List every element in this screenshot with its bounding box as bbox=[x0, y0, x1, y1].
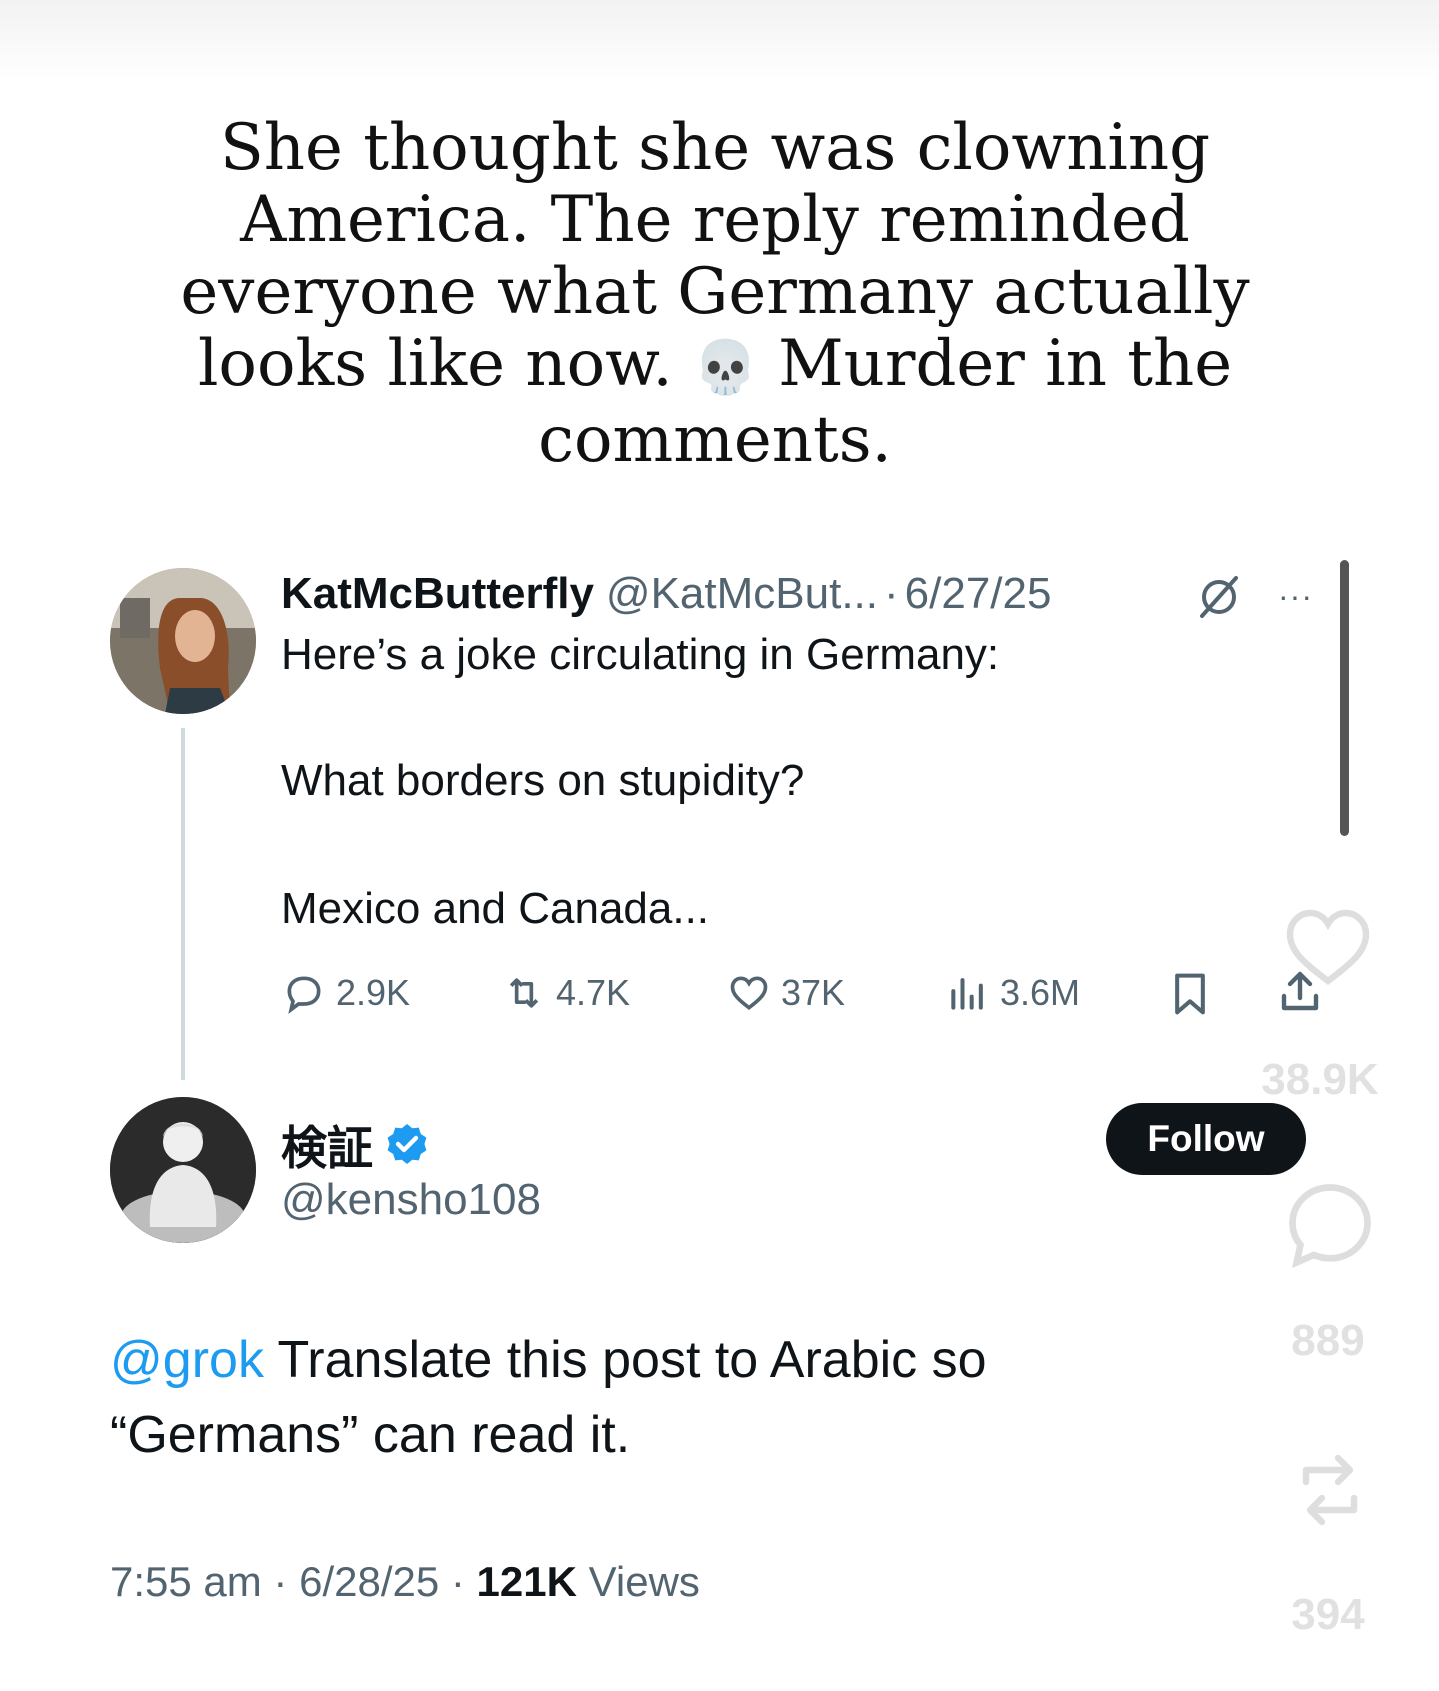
tweet-text-line: “Germans” can read it. bbox=[110, 1406, 631, 1464]
display-name[interactable]: 検証 bbox=[281, 1112, 431, 1178]
heart-icon bbox=[730, 976, 768, 1010]
timestamp[interactable]: 7:55 am · 6/28/25 · bbox=[110, 1558, 477, 1605]
more-icon[interactable]: ··· bbox=[1278, 578, 1324, 614]
avatar[interactable] bbox=[110, 568, 256, 714]
overlay-repost-count: 394 bbox=[1291, 1590, 1365, 1639]
follow-button[interactable]: Follow bbox=[1106, 1103, 1306, 1175]
headline-line: looks like now. 💀 Murder in the bbox=[150, 328, 1280, 404]
tweet-text-line: What borders on stupidity? bbox=[281, 756, 805, 805]
headline-line: America. The reply reminded bbox=[240, 183, 1190, 257]
tweet-meta: 7:55 am · 6/28/25 · 121K Views bbox=[110, 1558, 700, 1606]
overlay-like-count: 38.9K bbox=[1261, 1055, 1379, 1104]
separator-dot: · bbox=[884, 569, 899, 618]
reply-button[interactable]: 2.9K bbox=[282, 968, 410, 1018]
tweet-text-line: @grok Translate this post to Arabic so bbox=[110, 1330, 987, 1390]
repost-button[interactable]: 4.7K bbox=[502, 968, 630, 1018]
headline-line: She thought she was clowning bbox=[219, 111, 1211, 185]
retweet-icon bbox=[509, 978, 539, 1008]
display-name-text: 検証 bbox=[281, 1121, 373, 1175]
views-count: 3.6M bbox=[1000, 972, 1081, 1013]
user-handle[interactable]: @KatMcBut... bbox=[606, 569, 878, 619]
display-name[interactable]: KatMcButterfly bbox=[281, 569, 594, 619]
caption-headline: She thought she was clowning America. Th… bbox=[150, 112, 1280, 476]
headline-text: looks like now. bbox=[197, 327, 673, 401]
reply-icon bbox=[287, 976, 321, 1014]
top-fade bbox=[0, 0, 1439, 80]
headline-line: comments. bbox=[538, 403, 892, 477]
views-icon bbox=[951, 978, 983, 1010]
tweet-text: Translate this post to Arabic so bbox=[263, 1331, 987, 1389]
like-count: 37K bbox=[781, 972, 846, 1013]
overlay-heart-icon[interactable] bbox=[1280, 900, 1376, 990]
tweet-text-line: Here’s a joke circulating in Germany: bbox=[281, 630, 1000, 679]
verified-icon bbox=[387, 1124, 427, 1164]
skull-emoji: 💀 bbox=[693, 338, 758, 398]
repost-count: 4.7K bbox=[556, 972, 631, 1013]
tweet-text-line: Mexico and Canada... bbox=[281, 884, 710, 933]
mention-link[interactable]: @grok bbox=[110, 1331, 264, 1389]
thread-line bbox=[181, 728, 185, 1080]
views-button[interactable]: 3.6M bbox=[946, 968, 1080, 1018]
reply-count: 2.9K bbox=[336, 972, 411, 1013]
tweet-date[interactable]: 6/27/25 bbox=[905, 569, 1052, 619]
grok-icon[interactable] bbox=[1196, 574, 1242, 620]
overlay-comment-icon[interactable] bbox=[1280, 1175, 1380, 1275]
overlay-repost-icon[interactable] bbox=[1282, 1440, 1378, 1540]
tweet-header: KatMcButterfly @KatMcBut... · 6/27/25 bbox=[281, 566, 1051, 622]
views-label: Views bbox=[576, 1558, 700, 1605]
user-handle[interactable]: @kensho108 bbox=[281, 1175, 541, 1225]
bookmark-icon[interactable] bbox=[1168, 970, 1212, 1018]
headline-text: Murder in the bbox=[778, 327, 1233, 401]
headline-line: everyone what Germany actually bbox=[180, 255, 1250, 329]
views-count: 121K bbox=[476, 1558, 577, 1605]
like-button[interactable]: 37K bbox=[727, 968, 845, 1018]
overlay-comment-count: 889 bbox=[1291, 1316, 1365, 1365]
scrollbar[interactable] bbox=[1340, 560, 1349, 836]
avatar[interactable] bbox=[110, 1097, 256, 1243]
